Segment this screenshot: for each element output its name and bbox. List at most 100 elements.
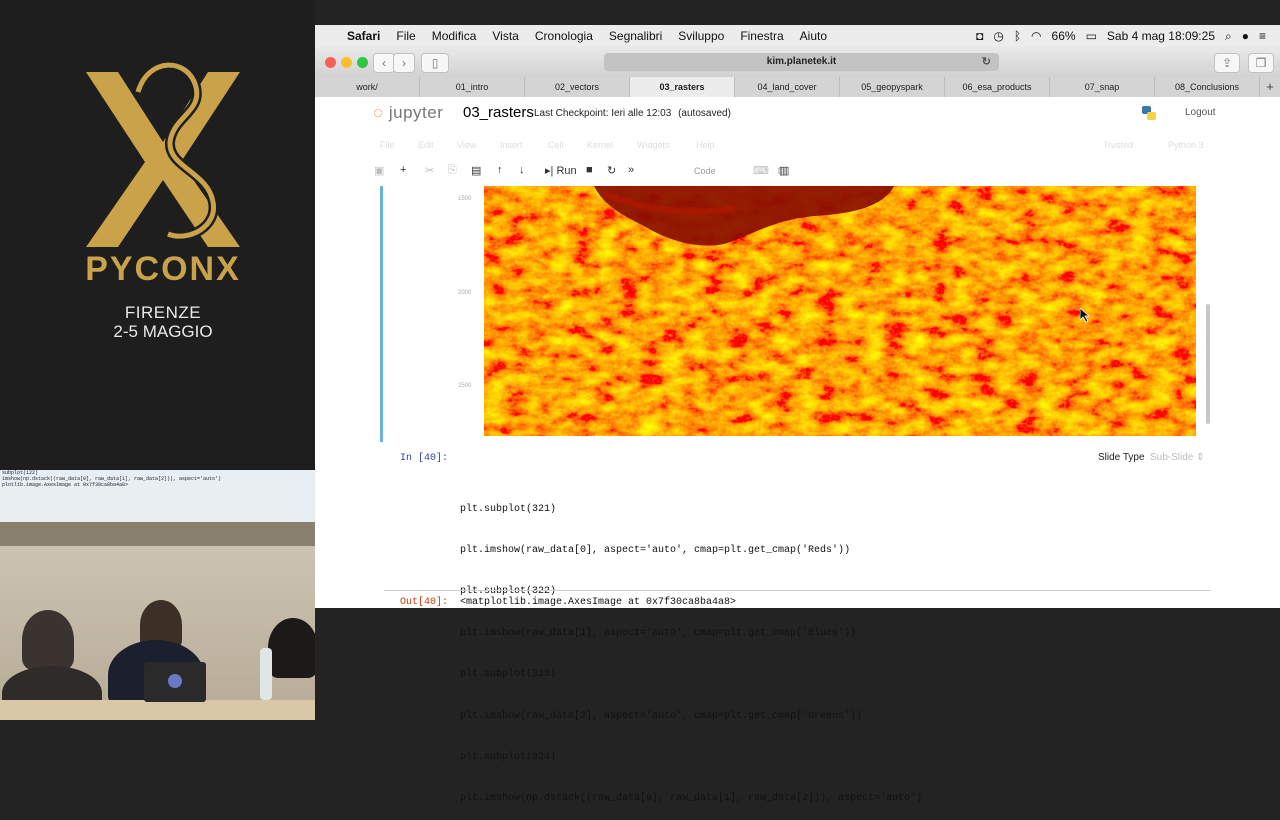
room-ledge — [0, 522, 315, 546]
jupyter-logo[interactable]: ◌ jupyter — [373, 103, 443, 123]
notebook-title[interactable]: 03_rasters — [463, 104, 534, 121]
menu-file-item[interactable]: File — [380, 140, 395, 150]
conference-panel: PYCONX FIRENZE 2-5 MAGGIO subplot(122) i… — [0, 0, 315, 720]
interrupt-icon[interactable]: ■ — [586, 164, 593, 176]
audience-head — [268, 618, 315, 678]
pyconx-logo-icon — [86, 62, 240, 247]
laptop-logo-icon — [168, 674, 182, 688]
notebook-menu: File Edit View Insert Cell Kernel Widget… — [315, 138, 1280, 156]
code-line: plt.subplot(323) — [460, 669, 557, 681]
select-chevron-icon: ⇕ — [776, 166, 784, 176]
wifi-icon[interactable]: ◠ — [1031, 29, 1041, 43]
slide-type-chevron-icon: ⇕ — [1196, 452, 1205, 463]
run-button[interactable]: ▸| Run — [545, 164, 577, 177]
copy-icon[interactable]: ⎘ — [448, 164, 457, 177]
back-button[interactable]: ‹ — [373, 53, 395, 73]
save-icon[interactable]: ▣ — [374, 164, 384, 177]
close-window-icon[interactable] — [325, 57, 336, 68]
battery-icon[interactable]: ▭ — [1086, 29, 1097, 43]
slide-type-select[interactable]: Sub-Slide ⇕ — [1150, 452, 1205, 463]
tab-05-geopyspark[interactable]: 05_geopyspark — [840, 77, 945, 97]
user-icon[interactable]: ● — [1242, 29, 1249, 43]
menu-view-item[interactable]: View — [457, 140, 476, 150]
output-text: <matplotlib.image.AxesImage at 0x7f30ca8… — [460, 597, 737, 608]
tab-01-intro[interactable]: 01_intro — [420, 77, 525, 97]
cell-selection-marker — [380, 186, 383, 442]
spotlight-icon[interactable]: ⌕ — [1225, 29, 1232, 44]
menu-kernel-item[interactable]: Kernel — [587, 140, 613, 150]
audience-head — [22, 610, 74, 670]
code-line: plt.imshow(raw_data[0], aspect='auto', c… — [460, 544, 851, 556]
y-tick-label: 1500 — [458, 196, 472, 202]
bottle — [260, 648, 272, 700]
share-button[interactable]: ⇪ — [1214, 53, 1240, 73]
speaker-camera-feed: subplot(122) imshow(np.dstack((raw_data[… — [0, 470, 315, 720]
code-line: plt.imshow(raw_data[1], aspect='auto', c… — [460, 627, 857, 639]
menu-help-item[interactable]: Help — [696, 140, 715, 150]
menu-modifica[interactable]: Modifica — [432, 29, 477, 43]
tab-08-conclusions[interactable]: 08_Conclusions — [1155, 77, 1260, 97]
time-machine-icon[interactable]: ◷ — [993, 29, 1003, 43]
address-bar[interactable]: kim.planetek.it ↻ — [604, 53, 999, 71]
notebook-scrollbar[interactable] — [1206, 304, 1210, 424]
notification-center-icon[interactable]: ≡ — [1259, 29, 1266, 43]
restart-icon[interactable]: ↻ — [607, 164, 616, 177]
url-text: kim.planetek.it — [766, 56, 837, 67]
tabs-overview-button[interactable]: ❐ — [1248, 53, 1274, 73]
y-tick-label: 2500 — [458, 383, 472, 389]
menu-aiuto[interactable]: Aiuto — [800, 29, 827, 43]
new-tab-button[interactable]: + — [1260, 77, 1280, 97]
move-down-icon[interactable]: ↓ — [519, 164, 525, 176]
notebook-toolbar: ▣ + ✂ ⎘ ▤ ↑ ↓ ▸| Run ■ ↻ » ⌨ ▥ — [315, 160, 1280, 184]
tab-03-rasters[interactable]: 03_rasters — [630, 77, 735, 97]
clock[interactable]: Sab 4 mag 18:09:25 — [1107, 29, 1215, 43]
browser-toolbar: ‹ › ▯ kim.planetek.it ↻ ⇪ ❐ — [315, 47, 1280, 78]
menu-vista[interactable]: Vista — [492, 29, 518, 43]
menu-widgets-item[interactable]: Widgets — [637, 140, 670, 150]
logout-button[interactable]: Logout — [1185, 107, 1216, 118]
menu-segnalibri[interactable]: Segnalibri — [609, 29, 662, 43]
tab-bar: work/ 01_intro 02_vectors 03_rasters 04_… — [315, 77, 1280, 98]
conference-logo-text: PYCONX — [85, 250, 241, 288]
restart-run-all-icon[interactable]: » — [628, 164, 634, 176]
mouse-cursor-icon — [1080, 308, 1090, 322]
paste-icon[interactable]: ▤ — [471, 164, 481, 177]
menu-edit-item[interactable]: Edit — [418, 140, 434, 150]
menu-insert-item[interactable]: Insert — [500, 140, 523, 150]
forward-button[interactable]: › — [393, 53, 415, 73]
step-icon: ▸| — [545, 165, 554, 177]
menu-file[interactable]: File — [396, 29, 415, 43]
menu-cell-item[interactable]: Cell — [548, 140, 564, 150]
code-line: plt.subplot(324) — [460, 751, 557, 763]
menu-finestra[interactable]: Finestra — [740, 29, 783, 43]
tab-04-land-cover[interactable]: 04_land_cover — [735, 77, 840, 97]
event-city: FIRENZE — [124, 303, 202, 322]
code-line: plt.imshow(raw_data[2], aspect='auto', c… — [460, 710, 863, 722]
menu-cronologia[interactable]: Cronologia — [535, 29, 593, 43]
trusted-indicator[interactable]: Trusted — [1103, 140, 1133, 150]
tab-02-vectors[interactable]: 02_vectors — [525, 77, 630, 97]
python-logo-icon — [1142, 106, 1156, 120]
cell-type-select[interactable]: Code ⇕ — [694, 166, 784, 177]
run-label: Run — [556, 165, 577, 177]
code-editor[interactable]: plt.subplot(321) plt.imshow(raw_data[0],… — [460, 475, 922, 820]
menu-sviluppo[interactable]: Sviluppo — [678, 29, 724, 43]
reload-icon[interactable]: ↻ — [982, 53, 991, 71]
bluetooth-icon[interactable]: ᛒ — [1014, 29, 1021, 43]
tab-06-esa-products[interactable]: 06_esa_products — [945, 77, 1050, 97]
minimize-window-icon[interactable] — [341, 57, 352, 68]
battery-percent[interactable]: 66% — [1052, 29, 1076, 43]
jupyter-logo-icon: ◌ — [373, 103, 384, 122]
zoom-window-icon[interactable] — [357, 57, 368, 68]
move-up-icon[interactable]: ↑ — [497, 164, 503, 176]
tab-07-snap[interactable]: 07_snap — [1050, 77, 1155, 97]
sidebar-button[interactable]: ▯ — [421, 53, 449, 73]
cut-icon[interactable]: ✂ — [425, 164, 434, 177]
security-icon[interactable]: ◘ — [976, 29, 983, 43]
tab-work[interactable]: work/ — [315, 77, 420, 97]
projector-screen: subplot(122) imshow(np.dstack((raw_data[… — [0, 470, 315, 523]
insert-cell-icon[interactable]: + — [400, 164, 406, 176]
slide-type-value: Sub-Slide — [1150, 452, 1194, 463]
menu-app-name[interactable]: Safari — [347, 29, 380, 43]
speaker-table — [0, 700, 315, 720]
